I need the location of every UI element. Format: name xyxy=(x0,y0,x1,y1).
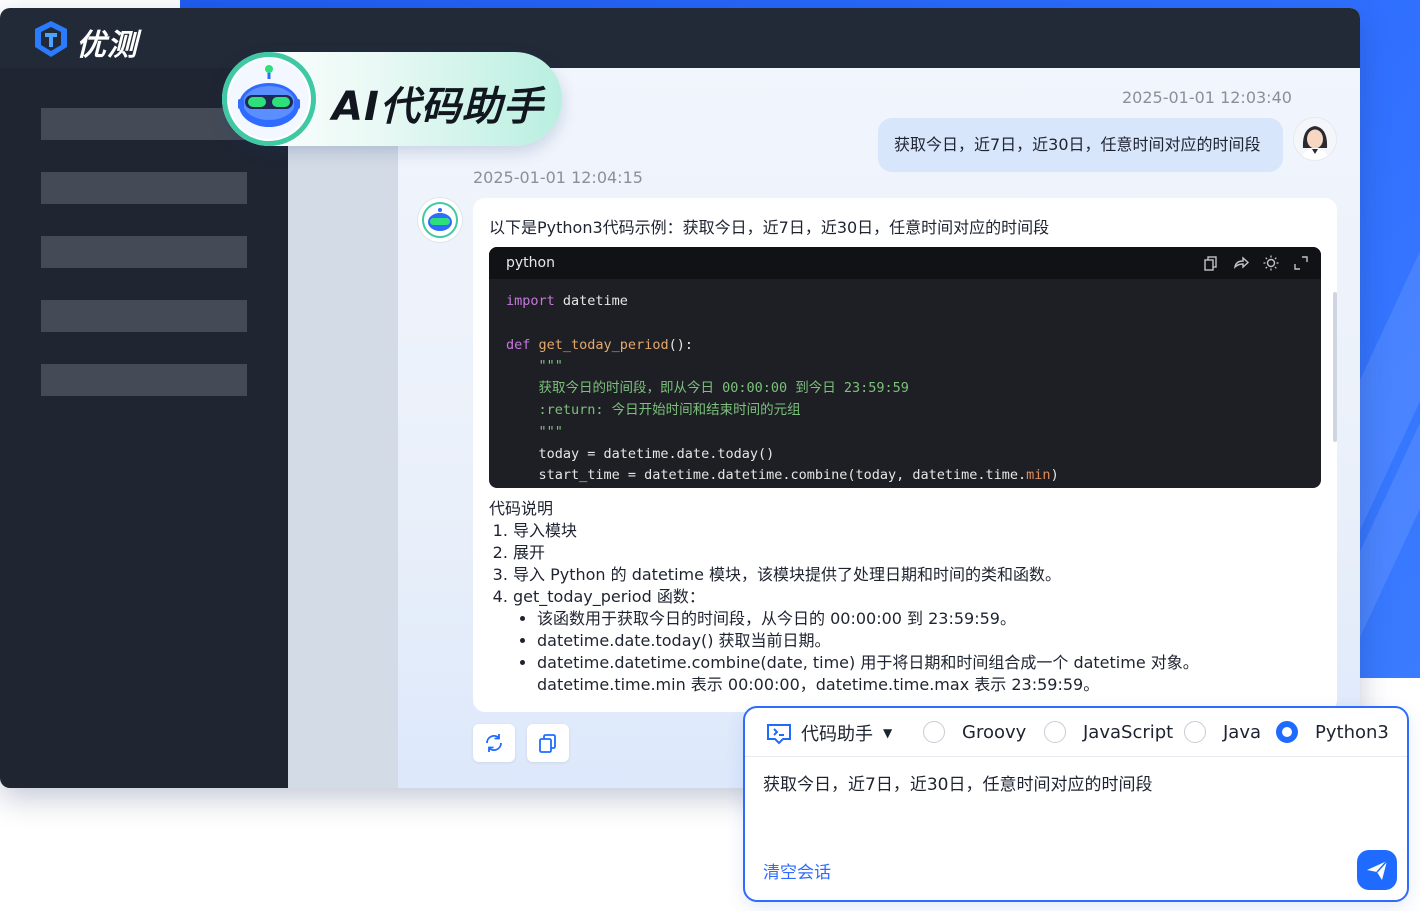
sidebar-item-placeholder[interactable] xyxy=(41,364,247,396)
badge-title: AI代码助手 xyxy=(332,84,544,130)
chat-input[interactable]: 获取今日，近7日，近30日，任意时间对应的时间段 xyxy=(763,770,1152,795)
list-item: datetime.time.min 表示 00:00:00，datetime.t… xyxy=(537,675,1100,694)
theme-icon[interactable] xyxy=(1262,254,1280,272)
list-item: datetime.date.today() 获取当前日期。 xyxy=(537,630,1199,652)
list-item: get_today_period 函数： 该函数用于获取今日的时间段，从今日的 … xyxy=(513,586,1199,696)
copy-icon xyxy=(539,734,556,753)
radio-python3[interactable]: Python3 xyxy=(1276,721,1389,743)
explanation-list: 导入模块 展开 导入 Python 的 datetime 模块，该模块提供了处理… xyxy=(489,520,1199,696)
explanation-sublist: 该函数用于获取今日的时间段，从今日的 00:00:00 到 23:59:59。 … xyxy=(513,608,1199,696)
explanation-title: 代码说明 xyxy=(489,499,554,518)
copy-icon[interactable] xyxy=(1202,254,1220,272)
fullscreen-icon[interactable] xyxy=(1292,254,1310,272)
chat-mode-icon xyxy=(767,724,791,745)
top-bar: 优测 xyxy=(0,8,1360,68)
list-item: datetime.datetime.combine(date, time) 用于… xyxy=(537,652,1199,674)
code-block-header: python xyxy=(489,247,1321,279)
sidebar-item-placeholder[interactable] xyxy=(41,108,247,140)
regenerate-button[interactable] xyxy=(473,724,515,762)
radio-button[interactable] xyxy=(923,721,945,743)
code-content: import datetime def get_today_period(): … xyxy=(506,293,1059,484)
bot-avatar xyxy=(418,198,462,242)
user-avatar xyxy=(1294,118,1336,160)
share-icon[interactable] xyxy=(1232,254,1250,272)
bot-message-timestamp: 2025-01-01 12:04:15 xyxy=(473,168,643,187)
radio-javascript[interactable]: JavaScript xyxy=(1044,721,1173,743)
code-block: python import datetime def get_today_per… xyxy=(489,247,1321,488)
mode-select[interactable]: 代码助手 ▼ xyxy=(765,720,892,746)
code-language-label: python xyxy=(506,255,555,271)
copy-answer-button[interactable] xyxy=(527,724,569,762)
input-panel-header: 代码助手 ▼ Groovy JavaScript Java Python3 xyxy=(745,708,1407,757)
chevron-down-icon: ▼ xyxy=(883,726,893,740)
scrollbar[interactable] xyxy=(1333,292,1337,442)
list-item: 导入 Python 的 datetime 模块，该模块提供了处理日期和时间的类和… xyxy=(513,564,1199,586)
sidebar-item-placeholder[interactable] xyxy=(41,300,247,332)
list-item: 该函数用于获取今日的时间段，从今日的 00:00:00 到 23:59:59。 xyxy=(537,608,1199,630)
chat-input-panel: 代码助手 ▼ Groovy JavaScript Java Python3 获取… xyxy=(743,706,1409,902)
sidebar-item-placeholder[interactable] xyxy=(41,172,247,204)
ai-assistant-badge: AI代码助手 xyxy=(222,52,562,146)
bot-answer-card: 以下是Python3代码示例：获取今日，近7日，近30日，任意时间对应的时间段 … xyxy=(473,198,1337,712)
robot-mascot-icon xyxy=(222,52,316,146)
radio-button-selected[interactable] xyxy=(1276,721,1298,743)
brand-logo-icon xyxy=(35,21,67,57)
list-item: 展开 xyxy=(513,542,1199,564)
refresh-icon xyxy=(486,734,502,752)
send-icon xyxy=(1367,860,1388,880)
user-message-timestamp: 2025-01-01 12:03:40 xyxy=(1122,88,1292,107)
sidebar-item-placeholder[interactable] xyxy=(41,236,247,268)
radio-button[interactable] xyxy=(1044,721,1066,743)
list-item: 导入模块 xyxy=(513,520,1199,542)
mode-label: 代码助手 xyxy=(801,724,873,745)
sidebar xyxy=(0,68,288,788)
radio-groovy[interactable]: Groovy xyxy=(923,721,1026,743)
secondary-panel xyxy=(288,68,398,788)
code-explanation: 代码说明 导入模块 展开 导入 Python 的 datetime 模块，该模块… xyxy=(489,498,1199,696)
user-message-bubble: 获取今日，近7日，近30日，任意时间对应的时间段 xyxy=(878,118,1283,172)
radio-java[interactable]: Java xyxy=(1184,721,1261,743)
send-button[interactable] xyxy=(1357,850,1397,890)
radio-button[interactable] xyxy=(1184,721,1206,743)
answer-intro: 以下是Python3代码示例：获取今日，近7日，近30日，任意时间对应的时间段 xyxy=(489,218,1050,237)
clear-conversation-link[interactable]: 清空会话 xyxy=(763,858,831,883)
brand-name: 优测 xyxy=(76,28,138,63)
